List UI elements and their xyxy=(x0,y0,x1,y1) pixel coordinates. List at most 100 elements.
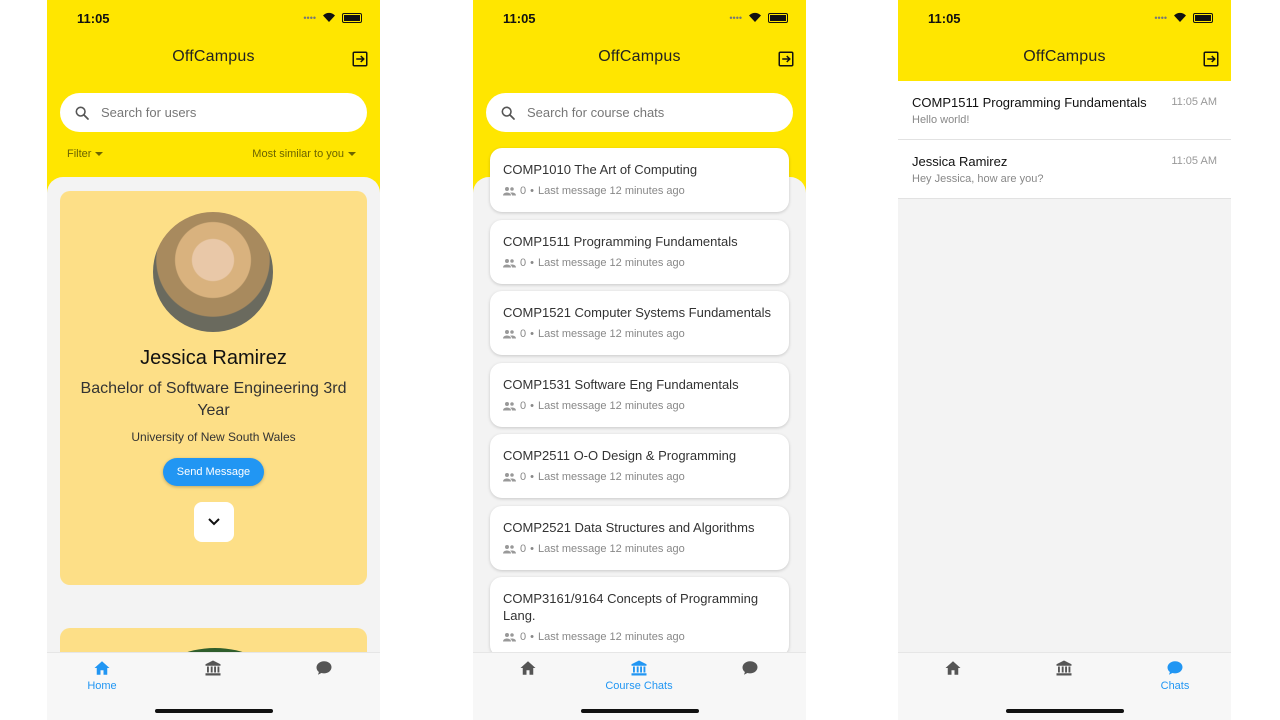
home-screen: 11:05 •••• OffCampus Search for users Fi… xyxy=(47,0,380,720)
chat-name: Jessica Ramirez xyxy=(912,154,1008,169)
chat-last-message: Hello world! xyxy=(912,114,970,126)
member-count: 0 xyxy=(520,400,527,412)
chat-bubble-icon xyxy=(741,659,759,677)
signal-icon: •••• xyxy=(1154,12,1167,23)
last-message-time: Last message 12 minutes ago xyxy=(537,471,685,483)
send-message-button[interactable]: Send Message xyxy=(163,458,264,486)
tab-course-chats[interactable]: Course Chats xyxy=(584,659,694,692)
caret-down-icon xyxy=(348,152,356,157)
filter-label: Filter xyxy=(67,148,92,160)
caret-down-icon xyxy=(95,152,104,157)
tab-chats[interactable]: Chats xyxy=(1120,659,1230,692)
chat-list-item[interactable]: Jessica Ramirez Hey Jessica, how are you… xyxy=(898,140,1231,199)
home-icon xyxy=(944,659,962,677)
sort-dropdown[interactable]: Most similar to you xyxy=(252,148,356,160)
chat-list-item[interactable]: COMP1511 Programming Fundamentals Hello … xyxy=(898,81,1231,140)
course-card[interactable]: COMP2521 Data Structures and Algorithms … xyxy=(490,506,789,570)
status-time: 11:05 xyxy=(77,11,110,26)
course-meta: 0 • Last message 12 minutes ago xyxy=(503,400,776,412)
course-meta: 0 • Last message 12 minutes ago xyxy=(503,631,776,643)
course-card[interactable]: COMP1531 Software Eng Fundamentals 0 • Las… xyxy=(490,363,789,427)
sort-label: Most similar to you xyxy=(252,148,344,160)
tab-chats-label: Chats xyxy=(1160,680,1190,692)
course-card[interactable]: COMP1010 The Art of Computing 0 • Last mes… xyxy=(490,148,789,212)
separator: • xyxy=(530,543,534,555)
separator: • xyxy=(530,471,534,483)
course-meta: 0 • Last message 12 minutes ago xyxy=(503,328,776,340)
user-search-input[interactable]: Search for users xyxy=(60,93,367,132)
separator: • xyxy=(530,631,534,643)
course-card[interactable]: COMP1521 Computer Systems Fundamentals 0… xyxy=(490,291,789,355)
bank-icon xyxy=(204,659,222,677)
search-icon xyxy=(500,105,516,121)
course-title: COMP1010 The Art of Computing xyxy=(503,162,698,177)
status-time: 11:05 xyxy=(928,11,961,26)
signal-icon: •••• xyxy=(303,12,316,23)
course-meta: 0 • Last message 12 minutes ago xyxy=(503,471,776,483)
search-icon xyxy=(74,105,90,121)
course-search-input[interactable]: Search for course chats xyxy=(486,93,793,132)
course-chats-screen: 11:05 •••• OffCampus Search for course c… xyxy=(473,0,806,720)
status-icons: •••• xyxy=(303,12,362,23)
home-icon xyxy=(519,659,537,677)
filter-dropdown[interactable]: Filter xyxy=(67,148,104,160)
tab-home[interactable] xyxy=(898,659,1008,680)
course-title: COMP1511 Programming Fundamentals xyxy=(503,234,738,249)
course-card[interactable]: COMP3161/9164 Concepts of Programming La… xyxy=(490,577,789,657)
people-icon xyxy=(503,258,516,268)
member-count: 0 xyxy=(520,631,527,643)
profile-degree: Bachelor of Software Engineering 3rd Yea… xyxy=(80,380,347,419)
logout-icon[interactable] xyxy=(1202,50,1220,68)
home-icon xyxy=(93,659,111,677)
tab-course-chats[interactable] xyxy=(1009,659,1119,680)
logout-icon[interactable] xyxy=(777,50,795,68)
people-icon xyxy=(503,632,516,642)
tab-bar: Home xyxy=(47,652,380,720)
course-card[interactable]: COMP2511 O-O Design & Programming 0 • Last… xyxy=(490,434,789,498)
tab-home[interactable] xyxy=(473,659,583,680)
last-message-time: Last message 12 minutes ago xyxy=(537,400,685,412)
course-title: COMP2521 Data Structures and Algorithms xyxy=(503,520,755,535)
app-title: OffCampus xyxy=(172,48,255,65)
logout-icon[interactable] xyxy=(351,50,369,68)
member-count: 0 xyxy=(520,185,527,197)
search-placeholder: Search for users xyxy=(101,105,197,120)
tab-home[interactable]: Home xyxy=(47,659,157,692)
course-meta: 0 • Last message 12 minutes ago xyxy=(503,543,776,555)
profile-name: Jessica Ramirez xyxy=(140,347,287,369)
tab-chats[interactable] xyxy=(695,659,805,680)
expand-button[interactable] xyxy=(194,502,234,542)
last-message-time: Last message 12 minutes ago xyxy=(537,543,685,555)
course-card[interactable]: COMP1511 Programming Fundamentals 0 • Last… xyxy=(490,220,789,284)
chevron-down-icon xyxy=(208,518,220,526)
user-profile-card[interactable]: Jessica Ramirez Bachelor of Software Eng… xyxy=(60,191,367,585)
course-title: COMP1521 Computer Systems Fundamentals xyxy=(503,305,772,320)
tab-home-label: Home xyxy=(87,680,117,692)
last-message-time: Last message 12 minutes ago xyxy=(537,257,685,269)
chats-screen: 11:05 •••• OffCampus COMP1511 Programmin… xyxy=(898,0,1231,720)
separator: • xyxy=(530,257,534,269)
chat-bubble-icon xyxy=(1166,659,1184,677)
last-message-time: Last message 12 minutes ago xyxy=(537,631,685,643)
bank-icon xyxy=(630,659,648,677)
wifi-icon xyxy=(1174,12,1186,22)
filter-row: Filter Most similar to you xyxy=(67,148,356,160)
course-meta: 0 • Last message 12 minutes ago xyxy=(503,257,776,269)
people-icon xyxy=(503,401,516,411)
status-bar: 11:05 •••• xyxy=(47,0,380,36)
status-icons: •••• xyxy=(729,12,788,23)
last-message-time: Last message 12 minutes ago xyxy=(537,328,685,340)
search-placeholder: Search for course chats xyxy=(527,105,665,120)
separator: • xyxy=(530,328,534,340)
people-icon xyxy=(503,186,516,196)
app-title: OffCampus xyxy=(1023,48,1106,65)
tab-bar: Course Chats xyxy=(473,652,806,720)
tab-chats[interactable] xyxy=(269,659,379,680)
battery-icon xyxy=(1193,12,1213,23)
home-indicator xyxy=(155,709,273,713)
tab-course-chats[interactable] xyxy=(158,659,268,680)
wifi-icon xyxy=(749,12,761,22)
chat-bubble-icon xyxy=(315,659,333,677)
last-message-time: Last message 12 minutes ago xyxy=(537,185,685,197)
profile-university: University of New South Wales xyxy=(131,430,296,444)
